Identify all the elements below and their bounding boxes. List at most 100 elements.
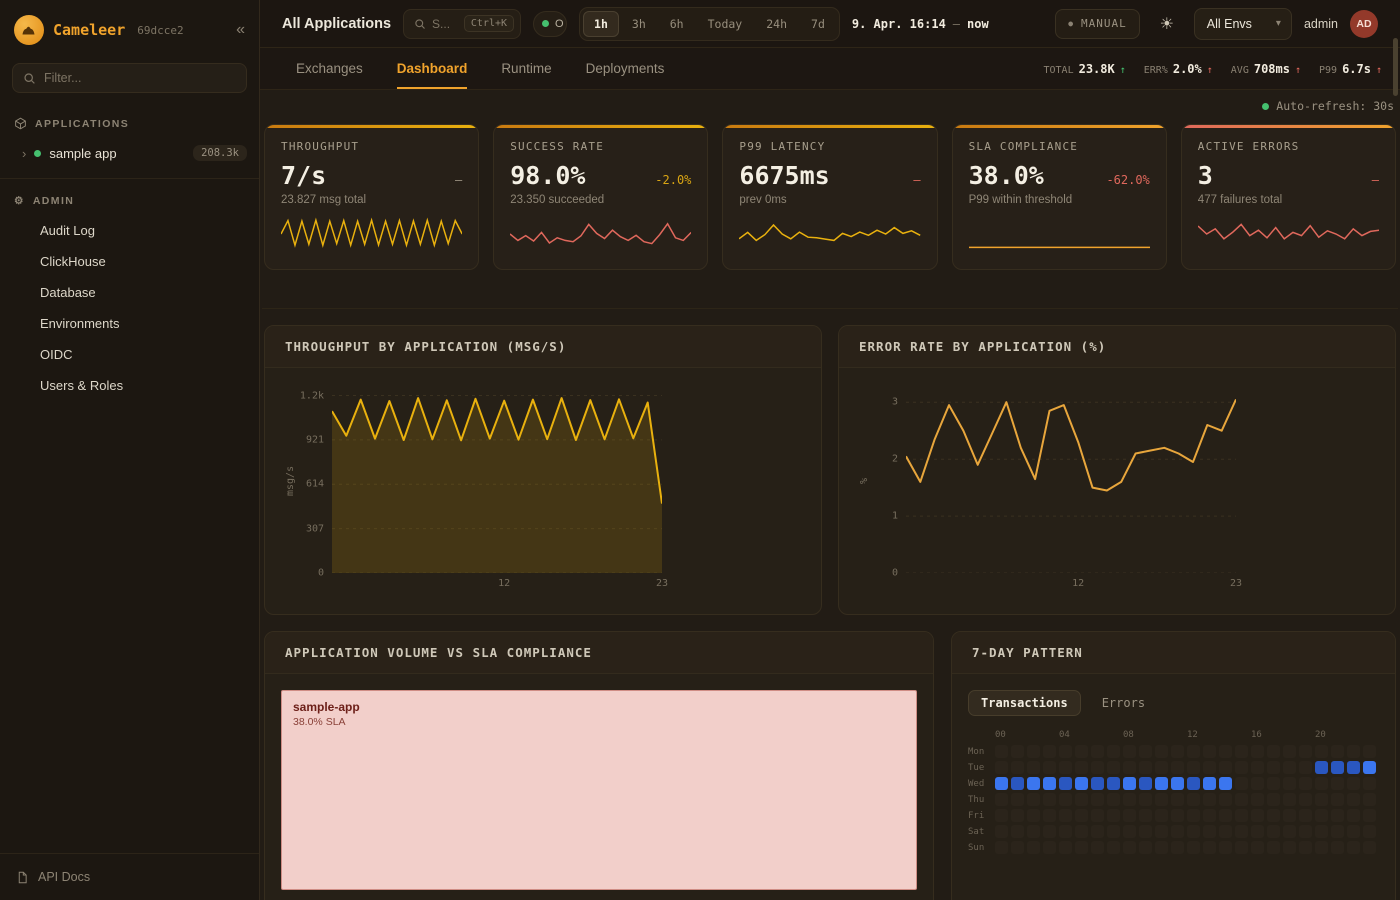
heatmap-cell — [1219, 761, 1232, 774]
x-tick-label: 12 — [1072, 578, 1084, 589]
heatmap-cell — [1331, 793, 1344, 806]
heatmap-day-label: Thu — [968, 793, 992, 806]
heatmap-cell — [1267, 777, 1280, 790]
tab-exchanges[interactable]: Exchanges — [296, 48, 363, 89]
heatmap-hour-label — [1027, 729, 1040, 742]
status-pill[interactable]: O — [533, 11, 567, 37]
heatmap-cell — [1219, 825, 1232, 838]
throughput-chart: msg/s1.2k92161430701223 — [265, 368, 821, 602]
heatmap-cell — [1203, 777, 1216, 790]
heatmap-cell — [1011, 777, 1024, 790]
chart-plot-area: 1223 — [906, 388, 1236, 594]
heatmap-cell — [1283, 793, 1296, 806]
y-tick-label: 921 — [306, 434, 324, 445]
heatmap-cell — [1155, 761, 1168, 774]
heatmap-hour-label — [1267, 729, 1280, 742]
heatmap-cell — [995, 777, 1008, 790]
date-range-display[interactable]: 9. Apr. 16:14 — now — [852, 17, 989, 31]
manual-refresh-button[interactable]: ● MANUAL — [1055, 9, 1140, 39]
heatmap-cell — [1347, 809, 1360, 822]
heatmap-cell — [1347, 841, 1360, 854]
sidebar-item-users-roles[interactable]: Users & Roles — [0, 370, 259, 401]
time-range-3h[interactable]: 3h — [621, 11, 657, 37]
heatmap-cell — [1235, 809, 1248, 822]
pattern-tab-errors[interactable]: Errors — [1089, 690, 1158, 716]
sidebar-filter[interactable] — [12, 63, 247, 93]
sidebar-item-environments[interactable]: Environments — [0, 308, 259, 339]
kpi-value: 3 — [1198, 161, 1213, 190]
tab-runtime[interactable]: Runtime — [501, 48, 551, 89]
heatmap-cell — [1315, 745, 1328, 758]
sidebar-item-oidc[interactable]: OIDC — [0, 339, 259, 370]
sidebar-item-database[interactable]: Database — [0, 277, 259, 308]
sidebar-collapse-button[interactable]: « — [236, 22, 245, 38]
heatmap-cell — [1043, 777, 1056, 790]
user-name: admin — [1304, 17, 1338, 31]
heatmap-cell — [1139, 809, 1152, 822]
heatmap-cell — [1059, 777, 1072, 790]
api-docs-link[interactable]: API Docs — [0, 853, 259, 900]
time-range-7d[interactable]: 7d — [800, 11, 836, 37]
heatmap-cell — [1011, 793, 1024, 806]
heatmap-cell — [1235, 761, 1248, 774]
kpi-delta: — — [455, 173, 462, 187]
time-range-today[interactable]: Today — [697, 11, 754, 37]
treemap-sample-app-rect[interactable]: sample-app 38.0% SLA — [281, 690, 917, 890]
auto-refresh-indicator: Auto-refresh: 30s — [262, 96, 1398, 124]
heatmap-cell — [1155, 777, 1168, 790]
heatmap-cell — [1267, 761, 1280, 774]
heatmap-cell — [1299, 809, 1312, 822]
heatmap-cell — [1123, 793, 1136, 806]
heatmap-hour-label — [1363, 729, 1376, 742]
sidebar-item-clickhouse[interactable]: ClickHouse — [0, 246, 259, 277]
camel-logo-icon — [14, 15, 44, 45]
heatmap-cell — [1363, 809, 1376, 822]
kpi-card-throughput: THROUGHPUT 7/s — 23.827 msg total — [264, 124, 479, 270]
heatmap-cell — [1219, 793, 1232, 806]
time-range-6h[interactable]: 6h — [659, 11, 695, 37]
tab-dashboard[interactable]: Dashboard — [397, 48, 468, 89]
heatmap-cell — [1171, 825, 1184, 838]
heatmap-cell — [1091, 777, 1104, 790]
heatmap-cell — [1059, 841, 1072, 854]
filter-input[interactable] — [44, 71, 236, 85]
heatmap-cell — [1267, 793, 1280, 806]
time-range-1h[interactable]: 1h — [583, 11, 619, 37]
heatmap-cell — [1043, 745, 1056, 758]
heatmap-day-label: Fri — [968, 809, 992, 822]
heatmap-hour-label — [1331, 729, 1344, 742]
heatmap-cell — [995, 809, 1008, 822]
tab-deployments[interactable]: Deployments — [586, 48, 665, 89]
env-select[interactable]: All Envs ▾ — [1194, 8, 1292, 40]
user-avatar[interactable]: AD — [1350, 10, 1378, 38]
app-label: sample app — [49, 146, 116, 161]
sidebar-item-sample-app[interactable]: › sample app 208.3k — [0, 138, 259, 168]
heatmap-cell — [1107, 761, 1120, 774]
global-search[interactable]: S... Ctrl+K — [403, 9, 521, 39]
heatmap-cell — [1219, 745, 1232, 758]
sidebar-item-audit-log[interactable]: Audit Log — [0, 215, 259, 246]
heatmap-cell — [1251, 793, 1264, 806]
sparkline — [281, 215, 462, 253]
sparkline — [969, 215, 1150, 253]
heatmap-cell — [1107, 841, 1120, 854]
theme-toggle-button[interactable]: ☀ — [1152, 9, 1182, 39]
time-range-24h[interactable]: 24h — [755, 11, 798, 37]
heatmap-hour-label — [1075, 729, 1088, 742]
throughput-chart-card: THROUGHPUT BY APPLICATION (MSG/S) msg/s1… — [264, 325, 822, 615]
chart-y-ticks: 3210 — [870, 388, 906, 573]
heatmap-cell — [1299, 841, 1312, 854]
chart-title: THROUGHPUT BY APPLICATION (MSG/S) — [265, 326, 821, 368]
heatmap-cell — [1155, 825, 1168, 838]
sidebar-divider — [0, 178, 259, 179]
heatmap-cell — [1139, 825, 1152, 838]
scrollbar-thumb[interactable] — [1393, 38, 1398, 96]
heatmap-cell — [1187, 761, 1200, 774]
heatmap-cell — [1091, 761, 1104, 774]
heatmap-cell — [1187, 809, 1200, 822]
heatmap-hour-label — [1011, 729, 1024, 742]
kpi-delta: — — [913, 173, 920, 187]
heatmap-cell — [1027, 761, 1040, 774]
pattern-tab-transactions[interactable]: Transactions — [968, 690, 1081, 716]
search-shortcut-kbd: Ctrl+K — [464, 15, 514, 32]
